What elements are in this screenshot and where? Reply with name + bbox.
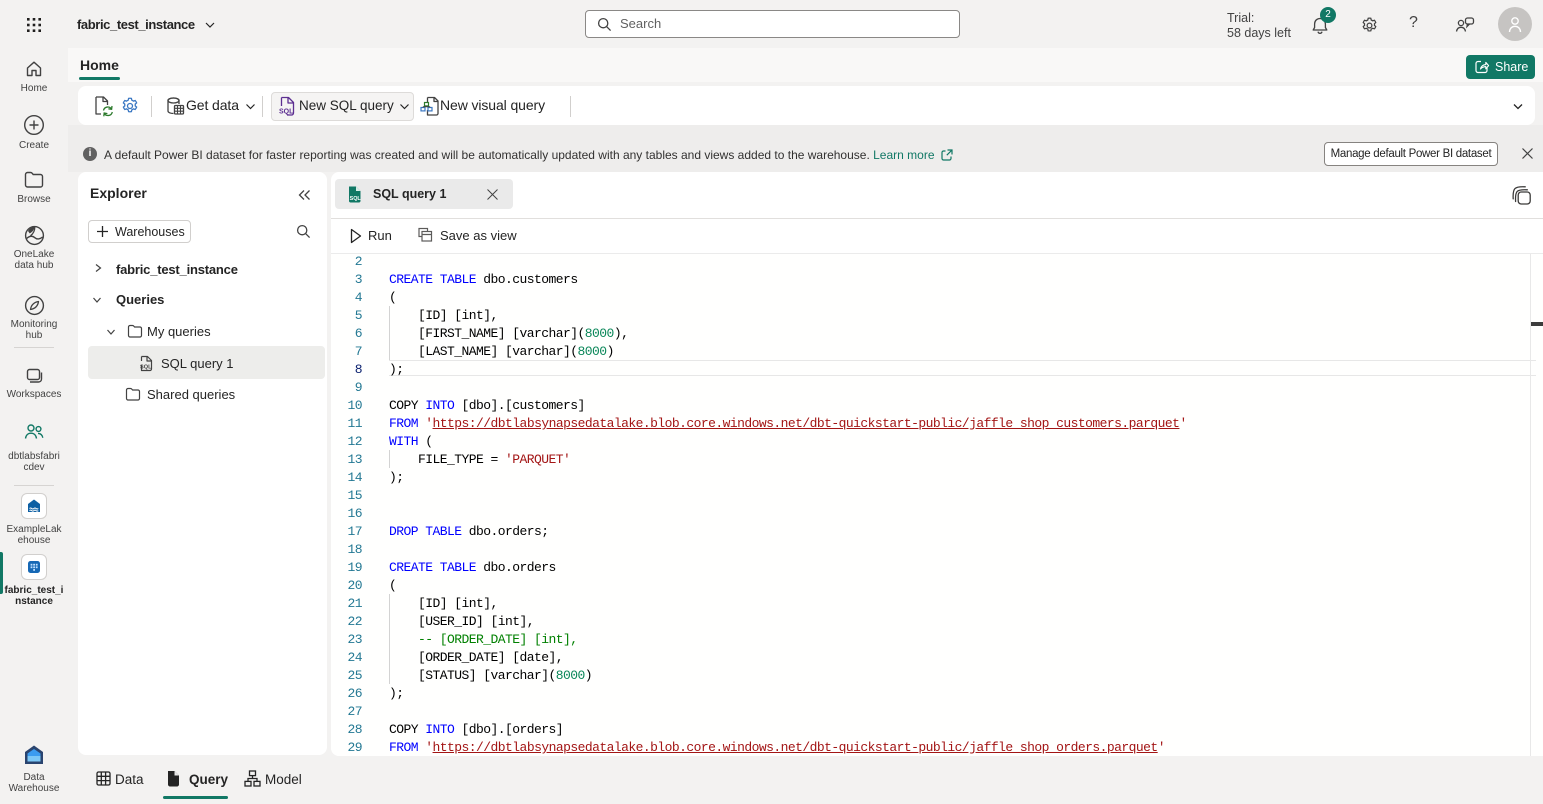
svg-text:SQL: SQL: [350, 196, 362, 202]
svg-text:SQL: SQL: [279, 109, 294, 116]
svg-text:SQL: SQL: [140, 365, 152, 371]
